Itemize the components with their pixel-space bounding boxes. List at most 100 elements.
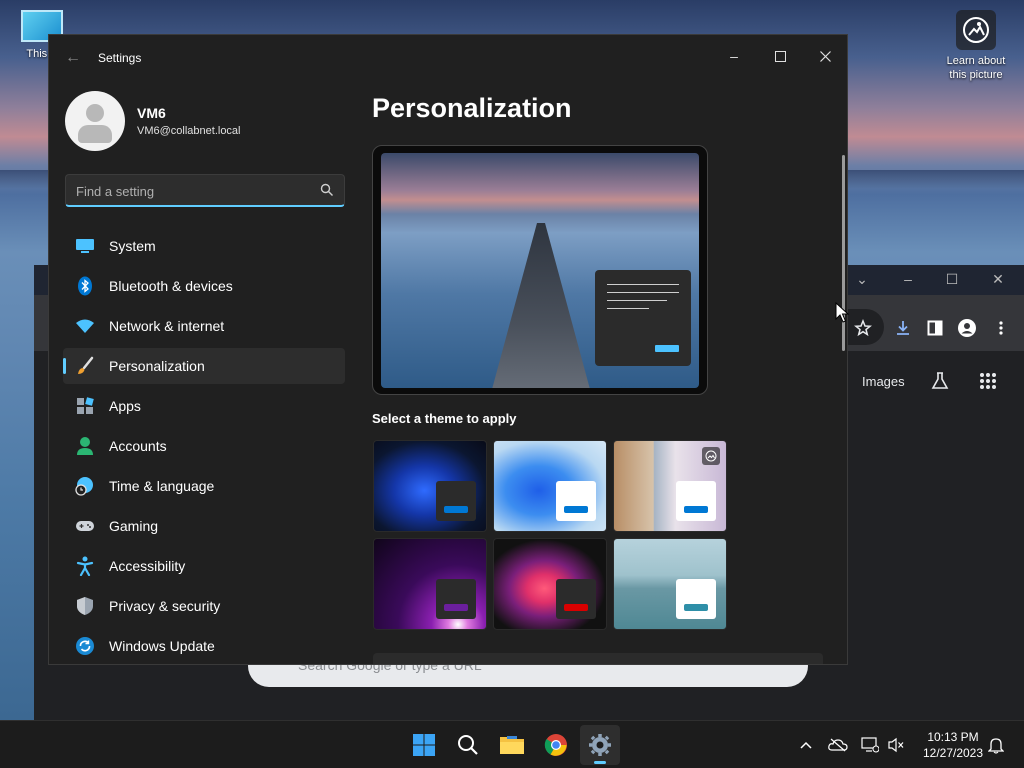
maximize-button[interactable] <box>760 41 800 71</box>
spotlight-badge-icon <box>702 447 720 465</box>
apps-grid-icon[interactable] <box>977 370 999 392</box>
labs-flask-icon[interactable] <box>929 370 951 392</box>
nav-label: Windows Update <box>109 638 215 654</box>
close-button[interactable] <box>805 41 845 71</box>
nav-label: Accounts <box>109 438 167 454</box>
gamepad-icon <box>74 515 96 537</box>
theme-accent <box>564 506 588 513</box>
volume-muted-icon[interactable] <box>886 735 906 755</box>
taskbar-clock[interactable]: 10:13 PM 12/27/2023 <box>916 729 990 761</box>
nav-item-apps[interactable]: Apps <box>63 388 345 424</box>
window-title: Settings <box>98 51 142 65</box>
learn-label-line1: Learn about <box>946 55 1006 67</box>
system-monitor-icon <box>74 235 96 257</box>
chrome-minimize-button[interactable]: – <box>898 271 918 287</box>
nav-label: Apps <box>109 398 141 414</box>
chrome-maximize-button[interactable]: ☐ <box>942 271 962 287</box>
nav-label: System <box>109 238 156 254</box>
user-avatar[interactable] <box>65 91 125 151</box>
nav-item-system[interactable]: System <box>63 228 345 264</box>
chrome-icon <box>544 734 567 756</box>
minimize-button[interactable]: – <box>714 41 754 71</box>
nav-item-bluetooth[interactable]: Bluetooth & devices <box>63 268 345 304</box>
nav-item-accessibility[interactable]: Accessibility <box>63 548 345 584</box>
theme-tile-windows-spotlight[interactable] <box>613 440 727 532</box>
nav-item-time-language[interactable]: Time & language <box>63 468 345 504</box>
clock-time: 10:13 PM <box>927 730 979 744</box>
apps-icon <box>74 395 96 417</box>
globe-clock-icon <box>74 475 96 497</box>
notification-bell-icon[interactable] <box>986 735 1006 755</box>
nav-item-personalization[interactable]: Personalization <box>63 348 345 384</box>
bookmark-star-icon[interactable] <box>852 317 874 339</box>
network-icon[interactable] <box>860 735 880 755</box>
theme-swatch <box>556 579 596 619</box>
nav-label: Time & language <box>109 478 215 494</box>
learn-about-picture[interactable]: Learn about this picture <box>940 10 1012 82</box>
theme-swatch <box>436 481 476 521</box>
onedrive-icon[interactable] <box>828 735 848 755</box>
nav-item-gaming[interactable]: Gaming <box>63 508 345 544</box>
chevron-down-icon[interactable]: ⌄ <box>852 271 872 287</box>
theme-swatch <box>676 579 716 619</box>
nav-label: Bluetooth & devices <box>109 278 233 294</box>
settings-nav: System Bluetooth & devices Network & int… <box>63 228 345 664</box>
nav-label: Personalization <box>109 358 205 374</box>
theme-tile-captured-motion[interactable] <box>493 538 607 630</box>
paintbrush-icon <box>74 355 96 377</box>
theme-tile-flow[interactable] <box>613 538 727 630</box>
chrome-close-button[interactable]: ✕ <box>988 271 1008 287</box>
spotlight-icon <box>956 10 996 50</box>
preview-window <box>595 270 691 366</box>
more-menu-icon[interactable] <box>990 317 1012 339</box>
images-link[interactable]: Images <box>862 374 905 389</box>
search-icon[interactable] <box>320 183 334 197</box>
avatar-body <box>78 125 112 143</box>
page-title: Personalization <box>372 93 572 123</box>
taskbar-search-button[interactable] <box>448 725 488 765</box>
theme-swatch <box>436 579 476 619</box>
find-setting-box[interactable] <box>65 174 345 207</box>
windows-logo-icon <box>413 734 435 756</box>
shield-icon <box>74 595 96 617</box>
user-name: VM6 <box>137 105 166 121</box>
profile-icon[interactable] <box>956 317 978 339</box>
nav-label: Gaming <box>109 518 159 534</box>
search-icon <box>458 735 478 755</box>
file-explorer-button[interactable] <box>492 725 532 765</box>
next-settings-row[interactable] <box>373 653 823 664</box>
theme-tile-windows-dark[interactable] <box>373 440 487 532</box>
settings-window[interactable]: ← Settings – VM6 VM6@collabnet.local Sys… <box>48 34 848 665</box>
gear-icon <box>589 734 611 756</box>
settings-titlebar: ← Settings – <box>49 35 847 81</box>
back-arrow-icon[interactable]: ← <box>65 49 81 67</box>
nav-item-windows-update[interactable]: Windows Update <box>63 628 345 664</box>
theme-tile-windows-light[interactable] <box>493 440 607 532</box>
theme-accent <box>564 604 588 611</box>
theme-preview <box>372 145 708 395</box>
nav-item-accounts[interactable]: Accounts <box>63 428 345 464</box>
theme-tile-glow[interactable] <box>373 538 487 630</box>
avatar-head <box>86 104 104 122</box>
chrome-taskbar-button[interactable] <box>536 725 576 765</box>
theme-accent <box>684 604 708 611</box>
accounts-icon <box>74 435 96 457</box>
preview-accent-button <box>655 345 679 352</box>
theme-section-label: Select a theme to apply <box>372 411 517 426</box>
theme-swatch <box>676 481 716 521</box>
side-panel-icon[interactable] <box>924 317 946 339</box>
nav-item-network[interactable]: Network & internet <box>63 308 345 344</box>
start-button[interactable] <box>404 725 444 765</box>
nav-item-privacy-security[interactable]: Privacy & security <box>63 588 345 624</box>
theme-accent <box>444 604 468 611</box>
accessibility-icon <box>74 555 96 577</box>
clock-date: 12/27/2023 <box>922 746 984 760</box>
settings-taskbar-button[interactable] <box>580 725 620 765</box>
nav-label: Accessibility <box>109 558 186 574</box>
find-setting-input[interactable] <box>76 182 306 200</box>
theme-swatch <box>556 481 596 521</box>
chevron-up-icon[interactable] <box>796 735 816 755</box>
nav-label: Network & internet <box>109 318 225 334</box>
download-icon[interactable] <box>892 317 914 339</box>
nav-label: Privacy & security <box>109 598 221 614</box>
